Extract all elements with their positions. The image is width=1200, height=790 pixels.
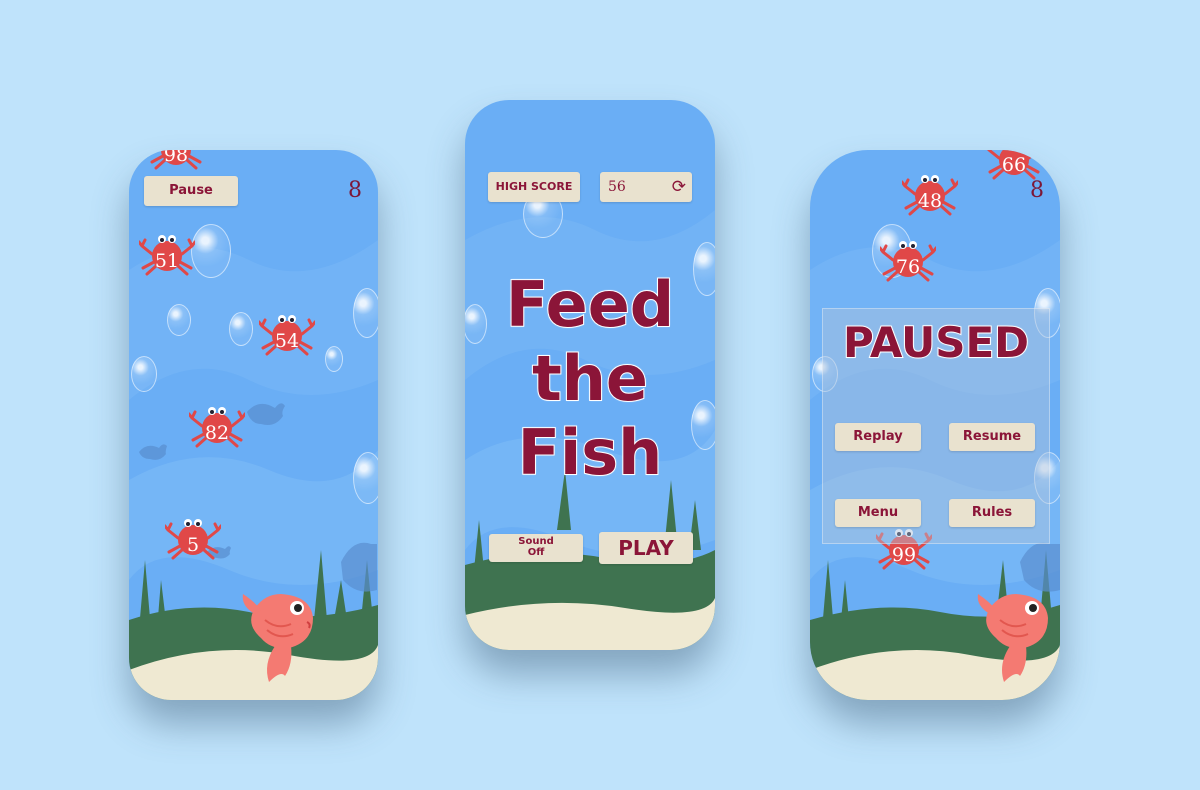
goldfish-icon bbox=[977, 594, 1048, 682]
crab-number: 51 bbox=[154, 250, 180, 272]
play-button-label: PLAY bbox=[618, 536, 674, 560]
pause-button[interactable]: Pause bbox=[144, 176, 238, 206]
crab-enemy: 98 bbox=[148, 150, 204, 170]
crab-enemy: 66 bbox=[986, 150, 1042, 180]
sound-label-line: Off bbox=[527, 547, 545, 558]
crab-number: 48 bbox=[917, 190, 943, 212]
menu-screen-phone: HIGH SCORE 56 ⟳ Feed the Fish Sound Off … bbox=[465, 100, 715, 650]
high-score-value: 56 bbox=[608, 179, 626, 195]
sound-toggle-button[interactable]: Sound Off bbox=[489, 534, 583, 562]
crab-number: 5 bbox=[186, 534, 200, 556]
crab-number: 82 bbox=[204, 422, 230, 444]
title-line: the bbox=[531, 341, 649, 416]
pause-menu-overlay: PAUSED Replay Resume Menu Rules bbox=[822, 308, 1050, 544]
bubble bbox=[191, 224, 231, 278]
bubble bbox=[353, 452, 378, 504]
paused-title: PAUSED bbox=[842, 317, 1030, 368]
score-counter: 8 bbox=[348, 178, 362, 203]
pause-button-label: Pause bbox=[169, 183, 213, 198]
crab-enemy: 5 bbox=[165, 514, 221, 560]
crab-enemy: 82 bbox=[189, 402, 245, 448]
paused-screen-phone: 66 8 48 76 99 PAUSED Replay Resume Menu … bbox=[810, 150, 1060, 700]
bubble bbox=[167, 304, 191, 336]
crab-enemy: 51 bbox=[139, 230, 195, 276]
refresh-icon[interactable]: ⟳ bbox=[672, 172, 686, 202]
bubble bbox=[131, 356, 157, 392]
crab-number: 54 bbox=[274, 330, 300, 352]
high-score-label: HIGH SCORE bbox=[488, 172, 580, 202]
menu-button[interactable]: Menu bbox=[835, 499, 921, 527]
replay-button[interactable]: Replay bbox=[835, 423, 921, 451]
title-line: Fish bbox=[517, 415, 664, 490]
sound-label-line: Sound bbox=[518, 536, 554, 547]
high-score-label-text: HIGH SCORE bbox=[495, 180, 573, 193]
crab-number: 99 bbox=[891, 544, 917, 566]
play-button[interactable]: PLAY bbox=[599, 532, 693, 564]
goldfish-icon[interactable] bbox=[241, 584, 321, 684]
game-screen-phone: 98 Pause 8 51 54 82 5 bbox=[129, 150, 378, 700]
rules-button-label: Rules bbox=[971, 505, 1013, 520]
bubble bbox=[229, 312, 253, 346]
bubble bbox=[325, 346, 343, 372]
crab-number: 66 bbox=[1001, 154, 1027, 176]
menu-button-label: Menu bbox=[857, 505, 899, 520]
crab-enemy: 76 bbox=[880, 236, 936, 282]
crab-enemy: 48 bbox=[902, 170, 958, 216]
crab-number: 76 bbox=[895, 256, 921, 278]
resume-button[interactable]: Resume bbox=[949, 423, 1035, 451]
high-score-display: 56 ⟳ bbox=[600, 172, 692, 202]
title-line: Feed bbox=[505, 267, 675, 342]
resume-button-label: Resume bbox=[962, 429, 1022, 444]
replay-button-label: Replay bbox=[853, 429, 903, 444]
score-counter: 8 bbox=[1030, 178, 1044, 203]
crab-enemy: 54 bbox=[259, 310, 315, 356]
game-title: Feed the Fish bbox=[465, 267, 715, 490]
rules-button[interactable]: Rules bbox=[949, 499, 1035, 527]
crab-number: 98 bbox=[163, 150, 189, 166]
bubble bbox=[353, 288, 378, 338]
